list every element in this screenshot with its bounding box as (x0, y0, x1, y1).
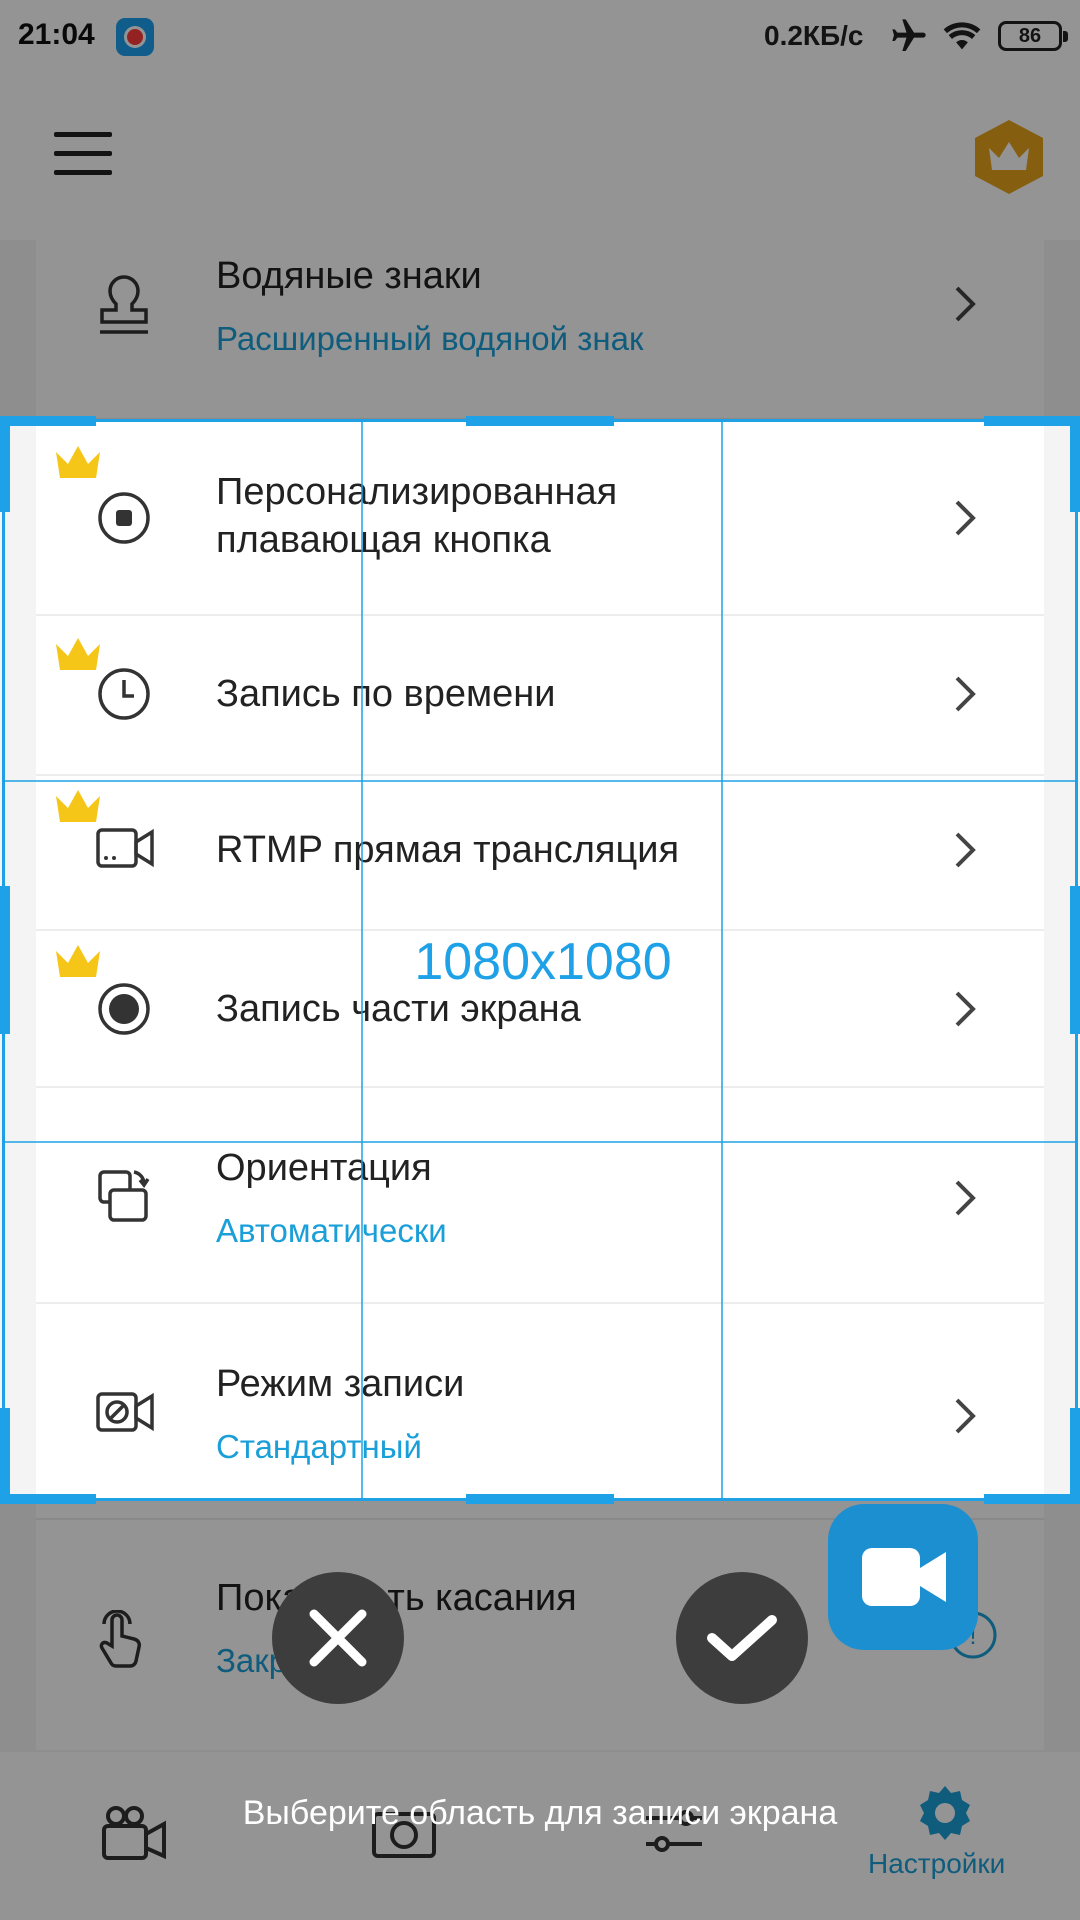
resize-handle-bottom-left[interactable] (0, 1408, 10, 1504)
resize-handle-top[interactable] (466, 416, 614, 426)
checkmark-icon (707, 1615, 777, 1661)
confirm-button[interactable] (676, 1572, 808, 1704)
resize-handle-bottom-left[interactable] (0, 1494, 96, 1504)
grid-line (5, 780, 1075, 782)
resize-handle-left[interactable] (0, 886, 10, 1034)
video-camera-icon (862, 1548, 946, 1606)
resize-handle-bottom[interactable] (466, 1494, 614, 1504)
resize-handle-top-left[interactable] (0, 416, 96, 426)
grid-line (5, 1141, 1075, 1143)
resize-handle-bottom-right[interactable] (1070, 1408, 1080, 1504)
resize-handle-top-right[interactable] (984, 416, 1080, 426)
selection-frame[interactable]: 1080x1080 (2, 419, 1078, 1501)
close-icon (309, 1609, 367, 1667)
dim-overlay-top (0, 0, 1080, 419)
resize-handle-right[interactable] (1070, 886, 1080, 1034)
selection-hint: Выберите область для записи экрана (242, 1794, 838, 1832)
resize-handle-top-right[interactable] (1070, 416, 1080, 512)
cancel-button[interactable] (272, 1572, 404, 1704)
resize-handle-bottom-right[interactable] (984, 1494, 1080, 1504)
record-fab[interactable] (828, 1504, 978, 1650)
resize-handle-top-left[interactable] (0, 416, 10, 512)
selection-dimensions: 1080x1080 (414, 933, 672, 991)
